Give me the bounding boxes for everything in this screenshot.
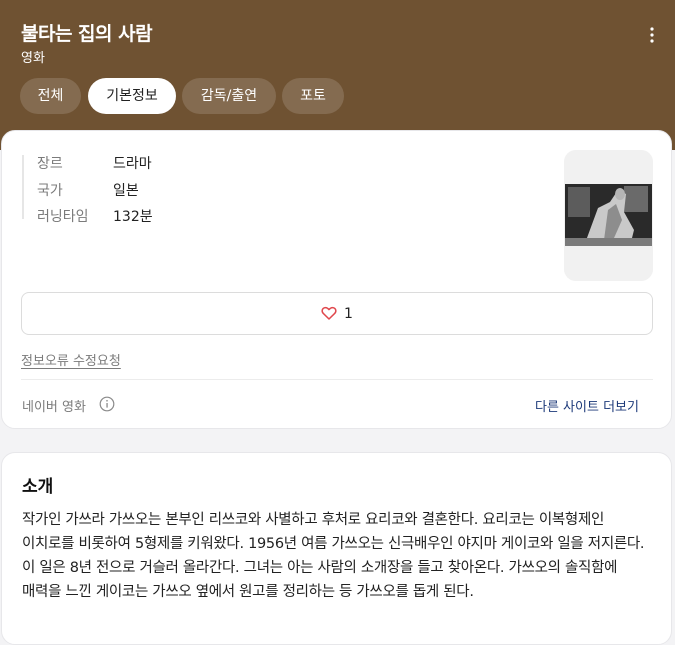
tab-all[interactable]: 전체 bbox=[20, 78, 81, 114]
runtime-label: 러닝타임 bbox=[37, 209, 89, 225]
genre-label: 장르 bbox=[37, 156, 63, 172]
page-subtitle: 영화 bbox=[21, 51, 45, 66]
source-label: 네이버 영화 bbox=[22, 400, 86, 415]
intro-title: 소개 bbox=[22, 477, 54, 497]
runtime-value: 132분 bbox=[113, 209, 153, 225]
info-icon[interactable] bbox=[99, 396, 115, 412]
info-divider-bar bbox=[22, 155, 24, 219]
report-error-link[interactable]: 정보오류 수정요청 bbox=[21, 350, 121, 369]
divider bbox=[21, 379, 653, 380]
other-sites-link[interactable]: 다른 사이트 더보기 bbox=[535, 396, 639, 415]
intro-text: 작가인 가쓰라 가쓰오는 본부인 리쓰코와 사별하고 후처로 요리코와 결혼한다… bbox=[22, 512, 645, 600]
country-label: 국가 bbox=[37, 183, 63, 199]
like-button[interactable] bbox=[21, 292, 653, 335]
movie-poster[interactable] bbox=[564, 150, 653, 281]
more-vertical-icon[interactable] bbox=[642, 26, 662, 44]
heart-icon[interactable] bbox=[321, 305, 337, 323]
like-count: 1 bbox=[344, 306, 353, 322]
tab-director-cast[interactable]: 감독/출연 bbox=[182, 78, 276, 114]
country-value: 일본 bbox=[113, 183, 139, 199]
tab-basic-info[interactable]: 기본정보 bbox=[88, 78, 176, 114]
tab-photo[interactable]: 포토 bbox=[282, 78, 344, 114]
page-title: 불타는 집의 사람 bbox=[21, 23, 153, 45]
genre-value: 드라마 bbox=[113, 156, 152, 172]
